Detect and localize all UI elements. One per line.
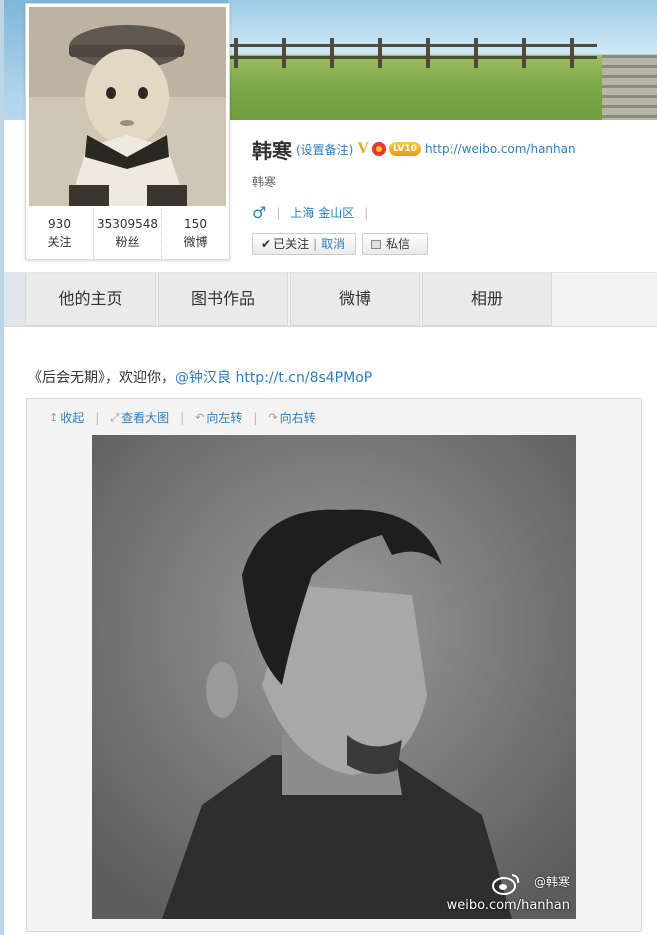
watermark-url: weibo.com/hanhan bbox=[446, 898, 570, 913]
profile-stats: 930 关注 35309548 粉丝 150 微博 bbox=[26, 209, 229, 259]
expand-icon: ⤢ bbox=[110, 410, 120, 424]
cover-banner bbox=[228, 0, 657, 120]
tab-weibo[interactable]: 微博 bbox=[290, 273, 420, 326]
tab-books[interactable]: 图书作品 bbox=[158, 273, 288, 326]
collapse-label: 收起 bbox=[60, 411, 85, 425]
stat-following-label: 关注 bbox=[47, 235, 72, 249]
message-icon bbox=[371, 239, 381, 249]
rotate-right-icon: ↷ bbox=[268, 411, 278, 424]
verified-v-icon[interactable]: V bbox=[357, 140, 369, 158]
followed-label: 已关注 bbox=[273, 237, 310, 251]
arrow-up-icon: ↥ bbox=[49, 411, 59, 424]
homepage-link[interactable]: http://weibo.com/hanhan bbox=[425, 142, 576, 156]
message-label: 私信 bbox=[386, 237, 411, 251]
post-media-box: ↥ 收起 | ⤢ 查看大图 | ↶ 向左转 | ↷ 向右转 @韩寒 weibo.… bbox=[26, 398, 642, 932]
fence-illustration bbox=[228, 38, 597, 68]
collapse-button[interactable]: ↥ 收起 bbox=[49, 409, 84, 426]
stat-followers[interactable]: 35309548 粉丝 bbox=[93, 209, 161, 259]
location-link[interactable]: 上海 金山区 bbox=[290, 204, 354, 221]
followed-button[interactable]: ✔ 已关注 | 取消 bbox=[252, 233, 356, 255]
separator: | bbox=[276, 205, 281, 220]
profile-intro: 韩寒 bbox=[252, 175, 277, 189]
separator: | bbox=[253, 410, 258, 425]
rotate-left-icon: ↶ bbox=[195, 411, 205, 424]
check-icon: ✔ bbox=[261, 237, 272, 251]
stat-posts[interactable]: 150 微博 bbox=[161, 209, 229, 259]
separator: | bbox=[313, 237, 318, 251]
post-photo[interactable]: @韩寒 weibo.com/hanhan bbox=[92, 435, 576, 919]
weibo-logo-icon bbox=[492, 874, 520, 895]
post-body: 《后会无期》，欢迎你， bbox=[28, 370, 175, 386]
separator: | bbox=[364, 205, 369, 220]
stat-followers-count: 35309548 bbox=[96, 217, 159, 231]
stat-followers-label: 粉丝 bbox=[115, 235, 140, 249]
post-url-link[interactable]: http://t.cn/8s4PMoP bbox=[231, 370, 372, 386]
profile-name-row: 韩寒 (设置备注) V LV10 http://weibo.com/hanhan bbox=[252, 136, 576, 163]
post-text: 《后会无期》，欢迎你，@钟汉良 http://t.cn/8s4PMoP bbox=[28, 367, 372, 387]
tab-album[interactable]: 相册 bbox=[422, 273, 552, 326]
post-mention-link[interactable]: @钟汉良 bbox=[175, 370, 231, 386]
profile-actions: ✔ 已关注 | 取消 私信 bbox=[252, 233, 428, 255]
unfollow-link[interactable]: 取消 bbox=[321, 233, 345, 255]
rotate-right-button[interactable]: ↷ 向右转 bbox=[268, 409, 315, 426]
avatar[interactable] bbox=[29, 7, 226, 206]
media-toolbar: ↥ 收起 | ⤢ 查看大图 | ↶ 向左转 | ↷ 向右转 bbox=[49, 409, 316, 426]
rotate-left-button[interactable]: ↶ 向左转 bbox=[195, 409, 242, 426]
watermark-handle: @韩寒 bbox=[533, 875, 570, 889]
avatar-card: 930 关注 35309548 粉丝 150 微博 bbox=[25, 3, 230, 260]
stat-posts-label: 微博 bbox=[183, 235, 208, 249]
message-button[interactable]: 私信 bbox=[362, 233, 428, 255]
location-row: ♂ | 上海 金山区 | bbox=[252, 203, 378, 222]
stone-steps bbox=[602, 55, 657, 120]
member-icon[interactable] bbox=[371, 142, 386, 156]
view-large-button[interactable]: ⤢ 查看大图 bbox=[110, 409, 169, 426]
set-remark-link[interactable]: (设置备注) bbox=[296, 141, 353, 158]
rotate-left-label: 向左转 bbox=[206, 411, 243, 425]
separator: | bbox=[95, 410, 100, 425]
view-large-label: 查看大图 bbox=[121, 411, 170, 425]
male-icon: ♂ bbox=[252, 203, 267, 222]
profile-name: 韩寒 bbox=[252, 138, 292, 163]
tab-home[interactable]: 他的主页 bbox=[25, 273, 156, 326]
level-badge[interactable]: LV10 bbox=[388, 142, 421, 156]
stat-following[interactable]: 930 关注 bbox=[26, 209, 93, 259]
profile-tabs: 他的主页 图书作品 微博 相册 bbox=[25, 273, 657, 327]
separator: | bbox=[180, 410, 185, 425]
rotate-right-label: 向右转 bbox=[279, 411, 316, 425]
stat-posts-count: 150 bbox=[184, 217, 207, 231]
stat-following-count: 930 bbox=[48, 217, 71, 231]
